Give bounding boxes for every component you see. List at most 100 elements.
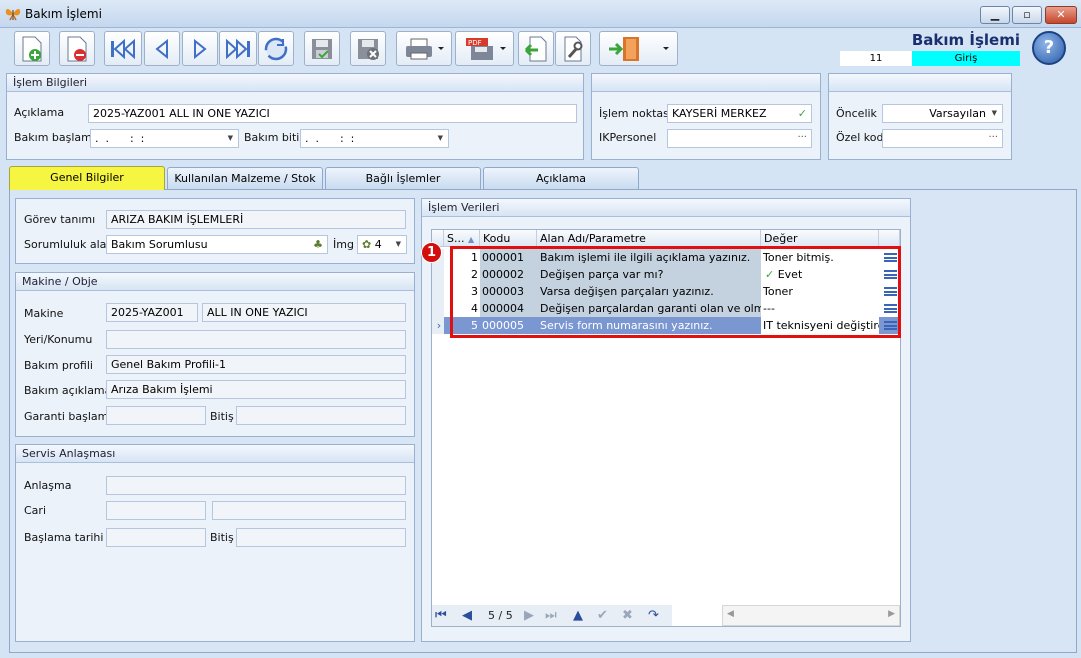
bakim-baslama-value: . . : : bbox=[95, 132, 145, 145]
tools-button[interactable] bbox=[555, 31, 591, 66]
record-number: 11 bbox=[840, 51, 912, 66]
chevron-down-icon[interactable]: ▼ bbox=[228, 130, 233, 147]
maximize-button[interactable]: ▫ bbox=[1012, 6, 1042, 24]
row-indicator bbox=[432, 300, 444, 317]
bakim-baslama-label: Bakım başlama bbox=[14, 131, 99, 144]
pdf-export-button[interactable]: PDF bbox=[455, 31, 514, 66]
yeri-field[interactable] bbox=[106, 330, 406, 349]
sorumluluk-value: Bakım Sorumlusu bbox=[111, 238, 208, 251]
refresh-button[interactable] bbox=[258, 31, 294, 66]
column-header-alan-adi[interactable]: Alan Adı/Parametre bbox=[537, 230, 761, 247]
refresh-nav-icon[interactable]: ↷ bbox=[648, 607, 659, 624]
butterfly-icon bbox=[5, 9, 21, 21]
tab-kullanilan-malzeme[interactable]: Kullanılan Malzeme / Stok bbox=[167, 167, 323, 189]
tab-aciklama[interactable]: Açıklama bbox=[483, 167, 639, 189]
tools-icon bbox=[564, 36, 583, 61]
chevron-down-icon[interactable]: ▼ bbox=[438, 130, 443, 147]
cari-code-field[interactable] bbox=[106, 501, 206, 520]
tab-bagli-islemler[interactable]: Bağlı İşlemler bbox=[325, 167, 481, 189]
last-record-nav-icon[interactable]: ⏭ bbox=[545, 607, 557, 624]
first-record-icon bbox=[111, 38, 135, 59]
scroll-right-icon[interactable]: ▶ bbox=[888, 609, 895, 619]
ikpersonel-label: IKPersonel bbox=[599, 131, 657, 144]
makine-label: Makine bbox=[24, 307, 64, 320]
new-button[interactable] bbox=[14, 31, 50, 66]
sorumluluk-label: Sorumluluk alanı bbox=[24, 238, 117, 251]
save-button[interactable] bbox=[304, 31, 340, 66]
cancel-edit-nav-icon[interactable]: ✖ bbox=[622, 607, 633, 624]
islem-bilgileri-group: İşlem Bilgileri Açıklama 2025-YAZ001 ALL… bbox=[6, 73, 584, 160]
close-button[interactable]: ✕ bbox=[1045, 6, 1077, 24]
people-icon[interactable]: ♣ bbox=[313, 236, 323, 253]
servis-bitis-label: Bitiş bbox=[210, 531, 234, 544]
garanti-bitis-field[interactable] bbox=[236, 406, 406, 425]
insert-record-nav-icon[interactable]: ▲ bbox=[573, 607, 583, 624]
ozel-kod-field[interactable]: ··· bbox=[882, 129, 1003, 148]
ozel-kod-label: Özel kod bbox=[836, 131, 884, 144]
oncelik-label: Öncelik bbox=[836, 107, 877, 120]
print-button[interactable] bbox=[396, 31, 452, 66]
row-indicator bbox=[432, 266, 444, 283]
bakim-bitis-value: . . : : bbox=[305, 132, 355, 145]
ellipsis-icon[interactable]: ··· bbox=[988, 130, 998, 145]
first-record-button[interactable] bbox=[104, 31, 142, 66]
group-header bbox=[829, 74, 1011, 92]
save-icon bbox=[312, 38, 332, 59]
bakim-aciklama-field[interactable]: Arıza Bakım İşlemi bbox=[106, 380, 406, 399]
oncelik-value: Varsayılan bbox=[929, 107, 986, 120]
print-icon bbox=[406, 38, 444, 59]
next-record-icon bbox=[194, 38, 207, 59]
title-bar bbox=[0, 0, 1081, 28]
baslama-tarihi-field[interactable] bbox=[106, 528, 206, 547]
group-title: İşlem Bilgileri bbox=[7, 74, 583, 92]
anlasma-field[interactable] bbox=[106, 476, 406, 495]
highlight-box bbox=[450, 246, 901, 338]
next-record-nav-icon[interactable]: ▶ bbox=[524, 607, 534, 624]
cari-name-field[interactable] bbox=[212, 501, 406, 520]
help-button[interactable]: ? bbox=[1032, 31, 1066, 65]
column-header-kodu[interactable]: Kodu bbox=[480, 230, 537, 247]
gorev-tanimi-field[interactable]: ARIZA BAKIM İŞLEMLERİ bbox=[106, 210, 406, 229]
oncelik-dropdown[interactable]: Varsayılan ▼ bbox=[882, 104, 1003, 123]
aciklama-field[interactable]: 2025-YAZ001 ALL IN ONE YAZICI bbox=[88, 104, 577, 123]
chevron-down-icon[interactable]: ▼ bbox=[992, 105, 997, 122]
gorev-group: Görev tanımı ARIZA BAKIM İŞLEMLERİ Sorum… bbox=[15, 198, 415, 264]
column-header-sira[interactable]: S... ▲ bbox=[444, 230, 480, 247]
import-button[interactable] bbox=[518, 31, 554, 66]
delete-button[interactable] bbox=[59, 31, 95, 66]
minimize-button[interactable]: ▁ bbox=[980, 6, 1010, 24]
sorumluluk-field[interactable]: Bakım Sorumlusu ♣ bbox=[106, 235, 328, 254]
exit-button[interactable] bbox=[599, 31, 678, 66]
check-lookup-icon[interactable]: ✓ bbox=[798, 105, 807, 122]
ellipsis-icon[interactable]: ··· bbox=[797, 130, 807, 145]
bakim-profili-field[interactable]: Genel Bakım Profili-1 bbox=[106, 355, 406, 374]
next-record-button[interactable] bbox=[182, 31, 218, 66]
sort-ascending-icon: ▲ bbox=[467, 235, 475, 244]
scroll-left-icon[interactable]: ◀ bbox=[727, 609, 734, 619]
last-record-button[interactable] bbox=[219, 31, 257, 66]
cancel-save-button[interactable] bbox=[350, 31, 386, 66]
first-record-nav-icon[interactable]: ⏮ bbox=[435, 607, 447, 624]
previous-record-button[interactable] bbox=[144, 31, 180, 66]
post-edit-nav-icon[interactable]: ✔ bbox=[597, 607, 608, 624]
img-dropdown[interactable]: ✿ 4 ▼ bbox=[357, 235, 407, 254]
chevron-down-icon[interactable]: ▼ bbox=[396, 236, 401, 253]
bakim-baslama-field[interactable]: . . : : ▼ bbox=[90, 129, 239, 148]
garanti-baslama-field[interactable] bbox=[106, 406, 206, 425]
ikpersonel-field[interactable]: ··· bbox=[667, 129, 812, 148]
bakim-bitis-field[interactable]: . . : : ▼ bbox=[300, 129, 449, 148]
column-header-label: S... bbox=[447, 232, 465, 245]
horizontal-scrollbar[interactable]: ◀ ▶ bbox=[722, 605, 900, 626]
new-document-icon bbox=[22, 36, 42, 61]
tab-genel-bilgiler[interactable]: Genel Bilgiler bbox=[9, 166, 165, 190]
previous-record-nav-icon[interactable]: ◀ bbox=[462, 607, 472, 624]
grid-navigator: ⏮ ◀ 5 / 5 ▶ ⏭ ▲ ✔ ✖ ↷ bbox=[432, 605, 672, 626]
column-header-deger[interactable]: Değer bbox=[761, 230, 879, 247]
islem-noktasi-field[interactable]: KAYSERİ MERKEZ ✓ bbox=[667, 104, 812, 123]
makine-code-field[interactable]: 2025-YAZ001 bbox=[106, 303, 198, 322]
makine-name-field[interactable]: ALL IN ONE YAZICI bbox=[202, 303, 406, 322]
anlasma-label: Anlaşma bbox=[24, 479, 72, 492]
yeri-label: Yeri/Konumu bbox=[24, 333, 93, 346]
form-title: Bakım İşlemi bbox=[911, 31, 1020, 49]
servis-bitis-field[interactable] bbox=[236, 528, 406, 547]
